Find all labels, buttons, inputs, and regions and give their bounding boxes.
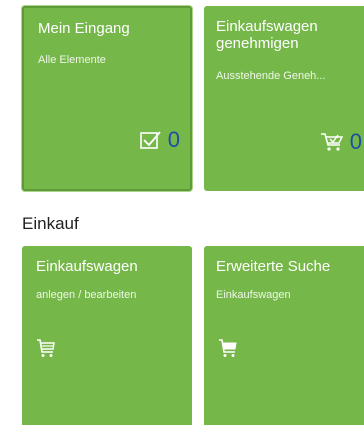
tile-einkaufswagen-anlegen[interactable]: Einkaufswagen anlegen / bearbeiten: [22, 246, 192, 425]
group-title-einkauf: Einkauf: [22, 214, 79, 233]
tile-title: Erweiterte Suche: [216, 258, 331, 275]
tile-footer: 0: [139, 127, 180, 152]
tile-subtitle: anlegen / bearbeiten: [36, 289, 137, 301]
tile-footer: 0: [320, 131, 362, 153]
tile-erweiterte-suche[interactable]: Erweiterte Suche Einkaufswagen: [204, 246, 364, 425]
tile-subtitle: Ausstehende Geneh...: [216, 70, 326, 82]
tile-title: Mein Eingang: [38, 20, 130, 37]
tile-subtitle: Alle Elemente: [38, 54, 106, 66]
checkbox-icon: [139, 130, 162, 150]
cart-full-icon: [218, 338, 238, 358]
tile-title: Einkaufswagen genehmigen: [216, 18, 318, 52]
launchpad: Mein Eingang Alle Elemente 0 Einkaufswag…: [0, 0, 364, 425]
tile-count: 0: [167, 127, 180, 152]
tile-einkaufswagen-genehmigen[interactable]: Einkaufswagen genehmigen Ausstehende Gen…: [204, 6, 364, 191]
tile-mein-eingang[interactable]: Mein Eingang Alle Elemente 0: [22, 6, 192, 191]
tile-title: Einkaufswagen: [36, 258, 138, 275]
tile-subtitle: Einkaufswagen: [216, 289, 291, 301]
tile-count: 0: [349, 129, 362, 154]
cart-icon: [36, 338, 56, 358]
cart-check-icon: [320, 132, 344, 152]
